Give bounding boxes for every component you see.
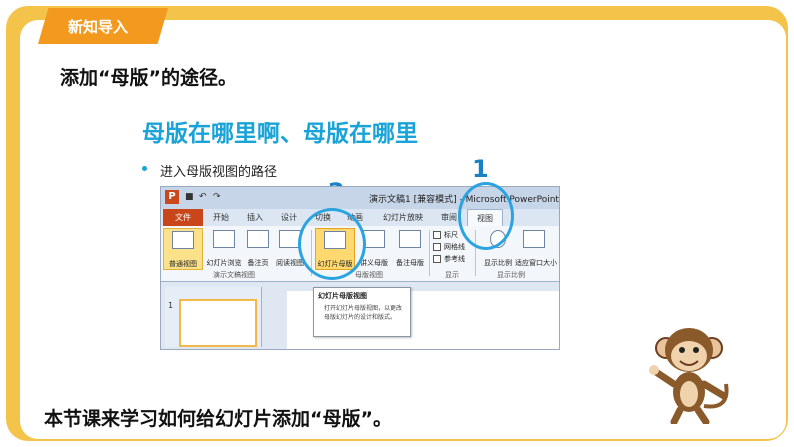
ruler-label: 标尺 bbox=[444, 231, 458, 239]
group-label-show: 显示 bbox=[445, 271, 459, 279]
tab-file[interactable]: 文件 bbox=[163, 209, 203, 226]
fit-window-icon bbox=[523, 230, 545, 248]
slide-sorter-label: 幻灯片浏览 bbox=[206, 259, 242, 267]
notes-master-label: 备注母版 bbox=[396, 259, 424, 267]
headline: 母版在哪里啊、母版在哪里 bbox=[142, 121, 418, 147]
slide-thumbnail-pane: 1 bbox=[165, 287, 262, 347]
tooltip: 幻灯片母版视图 打开幻灯片母版视图，以更改母版幻灯片的设计和版式。 bbox=[313, 287, 411, 337]
slide-thumbnail[interactable] bbox=[179, 299, 257, 347]
tab-slideshow[interactable]: 幻灯片放映 bbox=[383, 212, 423, 223]
guides-label: 参考线 bbox=[444, 255, 465, 263]
tab-design[interactable]: 设计 bbox=[281, 212, 297, 223]
powerpoint-app-icon: P bbox=[165, 190, 179, 204]
tooltip-body: 打开幻灯片母版视图，以更改母版幻灯片的设计和版式。 bbox=[324, 305, 403, 321]
notes-master-icon bbox=[399, 230, 421, 248]
normal-view-button[interactable]: 普通视图 bbox=[163, 228, 203, 270]
group-divider bbox=[429, 230, 430, 276]
normal-view-label: 普通视图 bbox=[169, 260, 197, 268]
fit-window-button[interactable]: 适应窗口大小 bbox=[515, 228, 557, 268]
tab-insert[interactable]: 插入 bbox=[247, 212, 263, 223]
bullet-text: 进入母版视图的路径 bbox=[160, 165, 278, 180]
group-label-zoom: 显示比例 bbox=[497, 271, 525, 279]
highlight-circle-slide-master bbox=[298, 208, 366, 280]
tab-review[interactable]: 审阅 bbox=[441, 212, 457, 223]
handout-master-label: 讲义母版 bbox=[360, 259, 388, 267]
checkbox-icon bbox=[433, 231, 441, 239]
bottom-text: 本节课来学习如何给幻灯片添加“母版”。 bbox=[44, 408, 392, 430]
lead-text: 添加“母版”的途径。 bbox=[60, 67, 237, 89]
step-marker-1: 1 bbox=[472, 155, 489, 183]
gridlines-checkbox[interactable]: 网格线 bbox=[433, 242, 465, 252]
gridlines-label: 网格线 bbox=[444, 243, 465, 251]
section-tag: 新知导入 bbox=[38, 8, 168, 44]
group-label-presentation-views: 演示文稿视图 bbox=[213, 271, 255, 279]
tooltip-title: 幻灯片母版视图 bbox=[318, 292, 367, 300]
handout-master-icon bbox=[363, 230, 385, 248]
zoom-label: 显示比例 bbox=[484, 259, 512, 267]
checkbox-icon bbox=[433, 255, 441, 263]
slide-sorter-icon bbox=[213, 230, 235, 248]
undo-icon[interactable]: ↶ bbox=[199, 192, 207, 202]
notes-master-button[interactable]: 备注母版 bbox=[391, 228, 429, 268]
group-label-master-views: 母版视图 bbox=[355, 271, 383, 279]
ruler-checkbox[interactable]: 标尺 bbox=[433, 230, 458, 240]
guides-checkbox[interactable]: 参考线 bbox=[433, 254, 465, 264]
slide-sorter-button[interactable]: 幻灯片浏览 bbox=[205, 228, 243, 268]
notes-page-icon bbox=[247, 230, 269, 248]
reading-view-label: 阅读视图 bbox=[276, 259, 304, 267]
monkey-illustration bbox=[649, 328, 729, 424]
notes-page-label: 备注页 bbox=[247, 259, 269, 267]
bullet-dot-icon bbox=[142, 166, 147, 171]
highlight-circle-view-tab bbox=[458, 182, 514, 250]
fit-window-label: 适应窗口大小 bbox=[515, 259, 557, 267]
tab-home[interactable]: 开始 bbox=[213, 212, 229, 223]
redo-icon[interactable]: ↷ bbox=[213, 192, 221, 202]
section-tag-label: 新知导入 bbox=[68, 18, 129, 36]
save-icon[interactable]: ■ bbox=[185, 192, 194, 202]
slide-number: 1 bbox=[168, 301, 174, 310]
normal-view-icon bbox=[172, 231, 194, 249]
checkbox-icon bbox=[433, 243, 441, 251]
